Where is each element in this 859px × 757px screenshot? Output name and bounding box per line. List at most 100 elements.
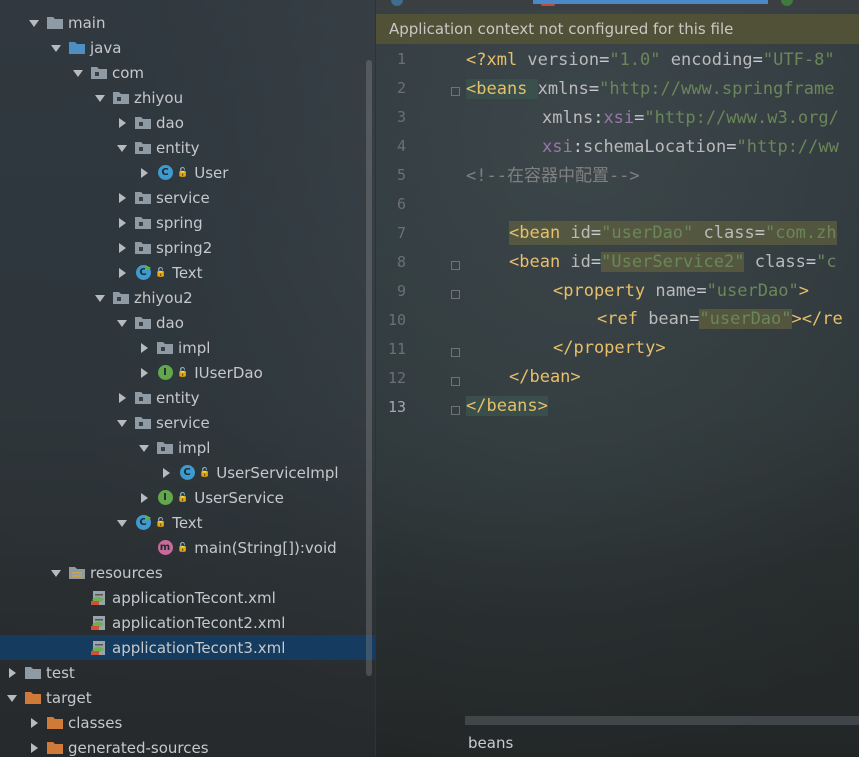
tree-item-dao[interactable]: dao <box>0 310 375 335</box>
line-number: 12 <box>387 369 406 387</box>
code-line-13[interactable]: </beans> <box>466 394 548 418</box>
tree-item-zhiyou[interactable]: zhiyou <box>0 85 375 110</box>
expand-arrow-down-icon[interactable] <box>116 517 128 529</box>
expand-arrow-down-icon[interactable] <box>116 142 128 154</box>
fold-end-marker-icon[interactable] <box>451 348 460 357</box>
tree-item-service[interactable]: service <box>0 185 375 210</box>
tree-item-user[interactable]: C 🔓 User <box>0 160 375 185</box>
tree-item-userservice[interactable]: I 🔓 UserService <box>0 485 375 510</box>
tree-item-label: impl <box>178 338 211 357</box>
package-icon <box>134 115 152 131</box>
code-line-12[interactable]: </bean> <box>509 365 581 389</box>
code-line-1[interactable]: <?xml version="1.0" encoding="UTF-8" <box>466 48 835 72</box>
expand-arrow-down-icon[interactable] <box>116 317 128 329</box>
tree-item-label: test <box>46 663 75 682</box>
line-number: 9 <box>396 282 406 300</box>
tree-item-com[interactable]: com <box>0 60 375 85</box>
expand-arrow-down-icon[interactable] <box>116 417 128 429</box>
expand-arrow-right-icon[interactable] <box>138 342 150 354</box>
expand-arrow-down-icon[interactable] <box>94 292 106 304</box>
code-line-10[interactable]: <ref bean="userDao"></re <box>597 307 843 331</box>
editor-horizontal-scrollbar[interactable] <box>465 716 859 725</box>
expand-arrow-right-icon[interactable] <box>138 492 150 504</box>
fold-end-marker-icon[interactable] <box>451 406 460 415</box>
access-lock-icon: 🔓 <box>155 267 167 278</box>
tab-file-icon[interactable] <box>781 0 793 6</box>
package-icon <box>112 290 130 306</box>
tree-scrollbar[interactable] <box>366 60 372 676</box>
xml-editor[interactable]: Application context not configured for t… <box>376 0 859 757</box>
expand-arrow-down-icon[interactable] <box>94 92 106 104</box>
fold-marker-icon[interactable] <box>451 290 460 299</box>
code-line-11[interactable]: </property> <box>553 336 666 360</box>
tree-item-java[interactable]: java <box>0 35 375 60</box>
context-warning-banner: Application context not configured for t… <box>376 14 859 44</box>
expand-arrow-down-icon[interactable] <box>6 692 18 704</box>
tree-item-label: resources <box>90 563 163 582</box>
tree-item-test[interactable]: test <box>0 660 375 685</box>
resources-folder-icon <box>68 565 86 581</box>
code-line-3[interactable]: xmlns:xsi="http://www.w3.org/ <box>542 106 839 130</box>
line-number: 7 <box>396 224 406 242</box>
tree-item-applicationtecont2-xml[interactable]: applicationTecont2.xml <box>0 610 375 635</box>
tree-item-applicationtecont3-xml[interactable]: applicationTecont3.xml <box>0 635 375 660</box>
expand-arrow-right-icon[interactable] <box>116 192 128 204</box>
line-number-gutter[interactable]: 1 2 3 4 5 6 7 8 9 10 11 12 13 <box>376 46 460 726</box>
expand-arrow-down-icon[interactable] <box>50 567 62 579</box>
tree-item-classes[interactable]: classes <box>0 710 375 735</box>
class-icon: C <box>178 465 196 481</box>
expand-arrow-right-icon[interactable] <box>116 117 128 129</box>
tree-item-impl[interactable]: impl <box>0 335 375 360</box>
expand-arrow-right-icon[interactable] <box>138 367 150 379</box>
tree-item-label: zhiyou2 <box>134 288 193 307</box>
fold-end-marker-icon[interactable] <box>451 377 460 386</box>
expand-arrow-right-icon[interactable] <box>116 392 128 404</box>
expand-arrow-right-icon[interactable] <box>116 267 128 279</box>
tree-item-target[interactable]: target <box>0 685 375 710</box>
tree-item-text[interactable]: C ▶ 🔓 Text <box>0 510 375 535</box>
tree-item-impl[interactable]: impl <box>0 435 375 460</box>
expand-arrow-right-icon[interactable] <box>6 667 18 679</box>
expand-arrow-down-icon[interactable] <box>28 17 40 29</box>
expand-arrow-down-icon[interactable] <box>72 67 84 79</box>
expand-arrow-right-icon[interactable] <box>28 717 40 729</box>
code-line-7[interactable]: <bean id="userDao" class="com.zh <box>509 221 837 245</box>
tree-item-main[interactable]: main <box>0 10 375 35</box>
tree-item-applicationtecont-xml[interactable]: applicationTecont.xml <box>0 585 375 610</box>
tree-item-text[interactable]: C ▶ 🔓 Text <box>0 260 375 285</box>
tree-item-dao[interactable]: dao <box>0 110 375 135</box>
access-lock-icon: 🔓 <box>177 167 189 178</box>
code-line-8[interactable]: <bean id="UserService2" class="c <box>509 250 837 274</box>
code-line-9[interactable]: <property name="userDao"> <box>553 279 809 303</box>
tree-item-label: IUserDao <box>194 363 263 382</box>
fold-marker-icon[interactable] <box>451 87 460 96</box>
tree-item-zhiyou2[interactable]: zhiyou2 <box>0 285 375 310</box>
tree-item-resources[interactable]: resources <box>0 560 375 585</box>
tree-item-entity[interactable]: entity <box>0 385 375 410</box>
tree-item-spring2[interactable]: spring2 <box>0 235 375 260</box>
tree-item-userserviceimpl[interactable]: C 🔓 UserServiceImpl <box>0 460 375 485</box>
tree-item-entity[interactable]: entity <box>0 135 375 160</box>
expand-arrow-right-icon[interactable] <box>160 467 172 479</box>
method-icon: m <box>156 540 174 556</box>
tree-item-main-string-void[interactable]: m 🔓 main(String[]):void <box>0 535 375 560</box>
tree-item-label: service <box>156 413 210 432</box>
expand-arrow-down-icon[interactable] <box>50 42 62 54</box>
expand-arrow-right-icon[interactable] <box>138 167 150 179</box>
tree-item-generated-sources[interactable]: generated-sources <box>0 735 375 757</box>
code-line-5[interactable]: <!--在容器中配置--> <box>466 164 640 188</box>
expand-arrow-right-icon[interactable] <box>116 217 128 229</box>
code-line-4[interactable]: xsi:schemaLocation="http://ww <box>542 135 839 159</box>
xml-breadcrumb[interactable]: beans <box>468 734 513 752</box>
line-number: 1 <box>396 50 406 68</box>
tree-item-service[interactable]: service <box>0 410 375 435</box>
expand-arrow-right-icon[interactable] <box>116 242 128 254</box>
tab-file-icon[interactable] <box>391 0 403 6</box>
tree-item-iuserdao[interactable]: I 🔓 IUserDao <box>0 360 375 385</box>
tree-item-spring[interactable]: spring <box>0 210 375 235</box>
tree-item-label: User <box>194 163 229 182</box>
expand-arrow-right-icon[interactable] <box>28 742 40 754</box>
expand-arrow-down-icon[interactable] <box>138 442 150 454</box>
fold-marker-icon[interactable] <box>451 261 460 270</box>
code-line-2[interactable]: <beans xmlns="http://www.springframe <box>466 77 835 101</box>
